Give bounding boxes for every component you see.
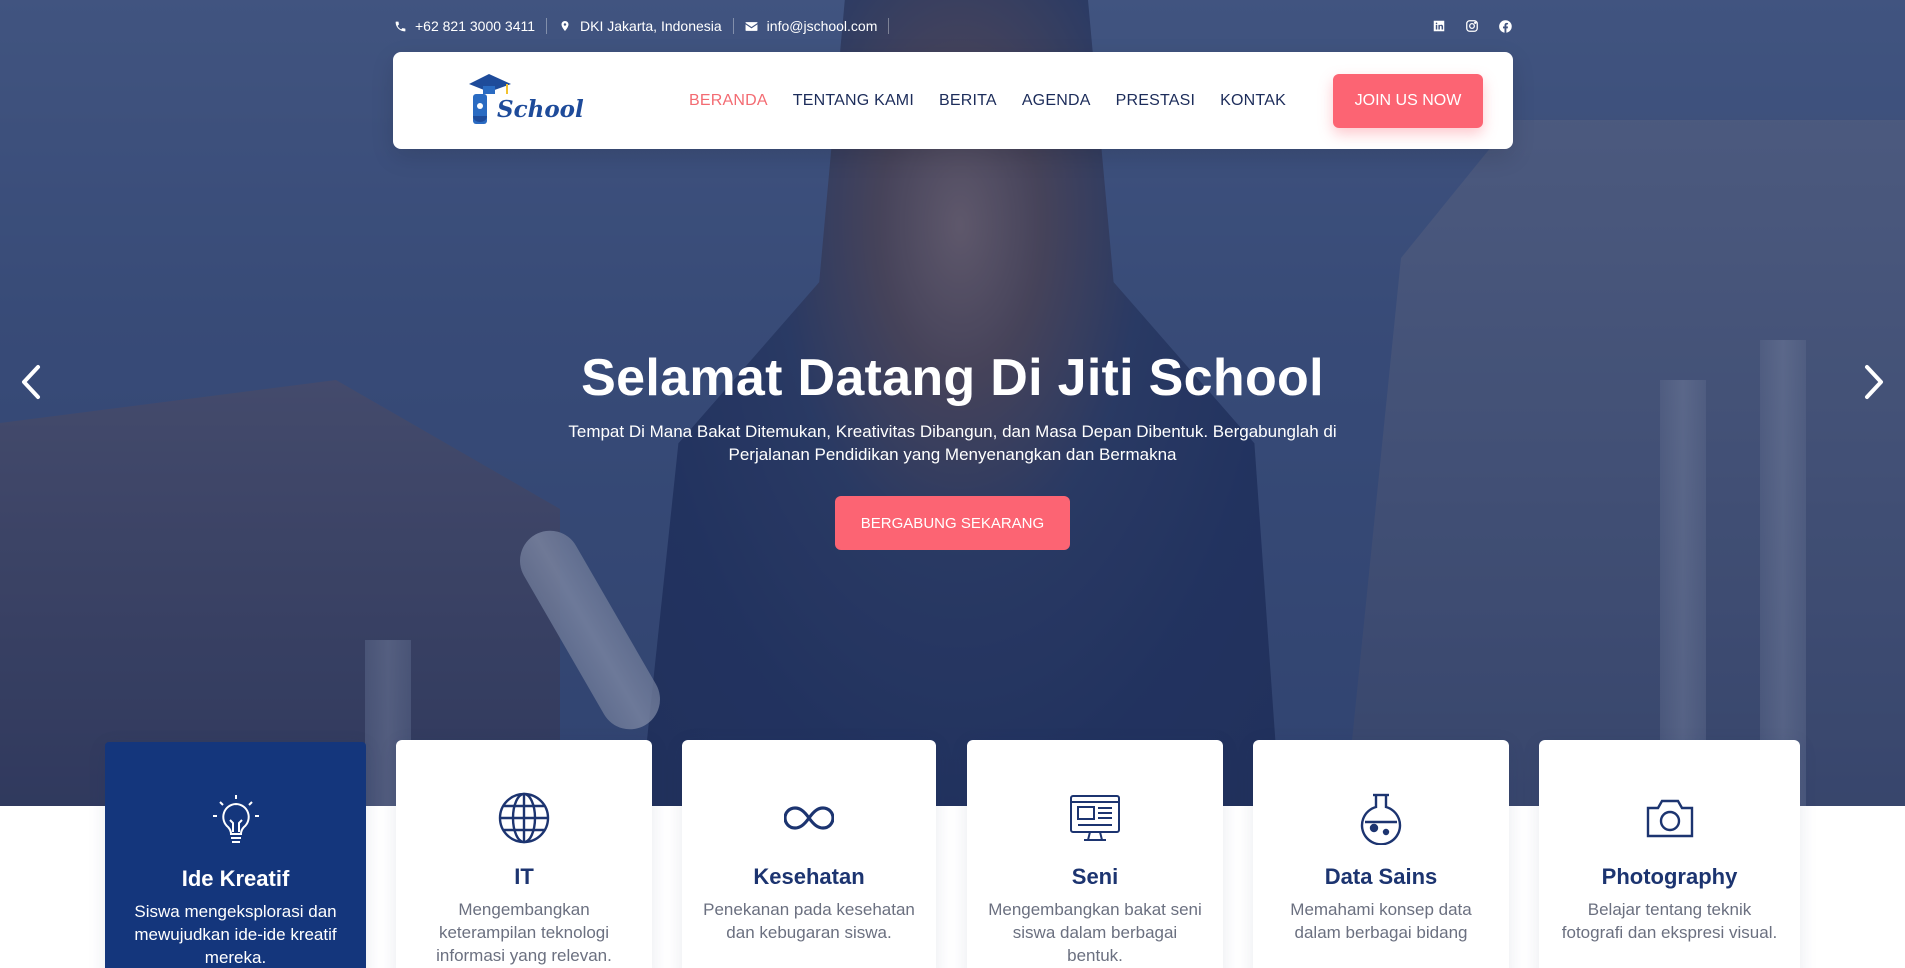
nav-item-prestasi[interactable]: PRESTASI [1116, 92, 1196, 110]
join-us-button[interactable]: JOIN US NOW [1333, 74, 1483, 128]
phone-icon [393, 19, 407, 33]
feature-title: Kesehatan [753, 864, 865, 889]
feature-title: Photography [1601, 864, 1738, 889]
social-links [1431, 18, 1513, 34]
feature-desc: Mengembangkan bakat seni siswa dalam ber… [988, 900, 1202, 965]
feature-desc: Siswa mengeksplorasi dan mewujudkan ide-… [134, 902, 337, 967]
feature-title: IT [514, 864, 534, 889]
feature-card[interactable]: Data Sains Memahami konsep data dalam be… [1253, 740, 1509, 968]
camera-icon [1642, 790, 1698, 846]
feature-card[interactable]: Photography Belajar tentang teknik fotog… [1539, 740, 1800, 968]
feature-title: Seni [1071, 864, 1119, 889]
feature-card[interactable]: IT Mengembangkan keterampilan teknologi … [396, 740, 652, 968]
feature-card[interactable]: Seni Mengembangkan bakat seni siswa dala… [967, 740, 1223, 968]
logo-text: School [497, 96, 584, 123]
nav-item-berita[interactable]: BERITA [939, 92, 997, 110]
nav-item-agenda[interactable]: AGENDA [1022, 92, 1091, 110]
hero-title: Selamat Datang Di Jiti School [581, 349, 1324, 407]
infinity-icon [781, 790, 837, 846]
location-pin-icon [558, 19, 572, 33]
feature-title: Ide Kreatif [181, 866, 290, 891]
main-navbar: School BERANDA TENTANG KAMI BERITA AGEND… [393, 52, 1513, 149]
feature-card[interactable]: Ide Kreatif Siswa mengeksplorasi dan mew… [105, 742, 366, 968]
contact-email-text: info@jschool.com [766, 18, 878, 34]
feature-title: Data Sains [1324, 864, 1438, 889]
feature-cards: Ide Kreatif Siswa mengeksplorasi dan mew… [105, 740, 1800, 968]
feature-card[interactable]: Kesehatan Penekanan pada kesehatan dan k… [682, 740, 936, 968]
nav-item-kontak[interactable]: KONTAK [1220, 92, 1286, 110]
linkedin-icon[interactable] [1431, 18, 1447, 34]
flask-icon [1353, 790, 1409, 846]
feature-desc: Mengembangkan keterampilan teknologi inf… [436, 900, 612, 965]
feature-desc: Belajar tentang teknik fotografi dan eks… [1561, 900, 1778, 942]
chevron-right-icon [1865, 365, 1883, 399]
carousel-next-button[interactable] [1859, 362, 1889, 402]
contact-location[interactable]: DKI Jakarta, Indonesia [558, 18, 734, 34]
instagram-icon[interactable] [1464, 18, 1480, 34]
join-now-button[interactable]: BERGABUNG SEKARANG [835, 496, 1070, 550]
feature-desc: Memahami konsep data dalam berbagai bida… [1290, 900, 1472, 942]
hero-subtitle: Tempat Di Mana Bakat Ditemukan, Kreativi… [568, 422, 1337, 464]
contact-email[interactable]: info@jschool.com [745, 18, 890, 34]
top-info-bar: +62 821 3000 3411 DKI Jakarta, Indonesia… [393, 0, 1513, 52]
lightbulb-icon [208, 792, 264, 848]
chevron-left-icon [22, 365, 40, 399]
nav-item-tentang-kami[interactable]: TENTANG KAMI [793, 92, 914, 110]
feature-desc: Penekanan pada kesehatan dan kebugaran s… [703, 900, 915, 942]
facebook-icon[interactable] [1497, 18, 1513, 34]
monitor-design-icon [1067, 790, 1123, 846]
globe-icon [496, 790, 552, 846]
contact-phone-text: +62 821 3000 3411 [415, 18, 536, 34]
carousel-prev-button[interactable] [16, 362, 46, 402]
contact-phone[interactable]: +62 821 3000 3411 [393, 18, 548, 34]
envelope-icon [745, 19, 759, 33]
primary-nav: BERANDA TENTANG KAMI BERITA AGENDA PREST… [689, 52, 1286, 149]
site-logo[interactable]: School [467, 70, 584, 132]
contact-location-text: DKI Jakarta, Indonesia [580, 18, 722, 34]
nav-item-beranda[interactable]: BERANDA [689, 92, 768, 110]
